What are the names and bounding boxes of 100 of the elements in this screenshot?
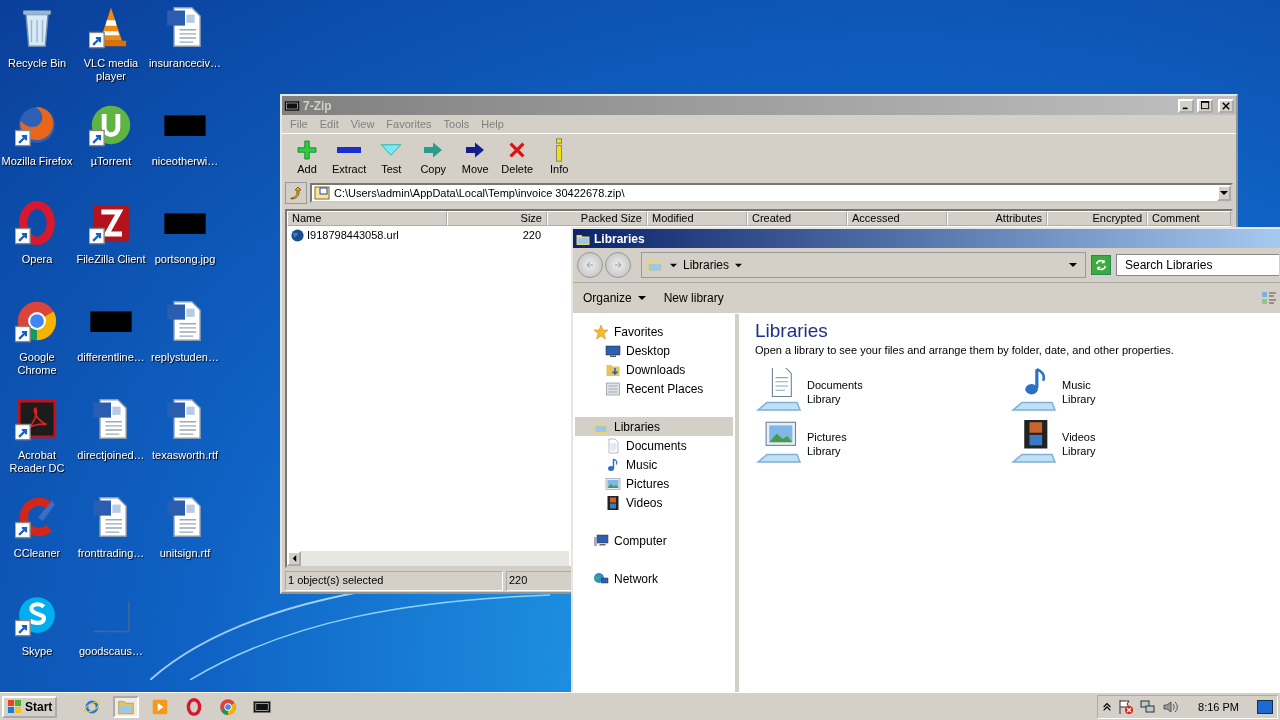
desktop-shortcut[interactable]: CCleaner <box>0 495 74 560</box>
desktop-shortcut[interactable]: Recycle Bin <box>0 5 74 70</box>
dropdown-button[interactable] <box>1217 185 1231 201</box>
view-icon <box>1261 290 1277 306</box>
start-button[interactable]: Start <box>2 695 58 718</box>
toolbar-button[interactable]: Extract <box>328 136 371 177</box>
desktop-shortcut[interactable]: Mozilla Firefox <box>0 103 74 168</box>
close-icon <box>1222 101 1230 110</box>
search-field[interactable]: Search Libraries <box>1116 254 1279 276</box>
nav-item[interactable]: Documents <box>575 436 733 455</box>
desktop-shortcut[interactable]: unitsign.rtf <box>148 495 222 560</box>
chrome-icon <box>219 697 238 716</box>
close-button[interactable] <box>1218 98 1234 113</box>
nav-item[interactable]: Desktop <box>575 341 733 360</box>
desktop-shortcut[interactable]: Opera <box>0 201 74 266</box>
desktop-shortcut[interactable]: directjoined… <box>74 397 148 462</box>
nav-item[interactable]: Recent Places <box>575 379 733 398</box>
flag-alert-icon[interactable] <box>1118 698 1135 715</box>
command-button[interactable]: Organize <box>579 289 650 307</box>
desktop-shortcut[interactable]: portsong.jpg <box>148 201 222 266</box>
clock[interactable]: 8:16 PM <box>1184 700 1251 713</box>
desktop-shortcut[interactable]: FileZilla Client <box>74 201 148 266</box>
toolbar-button[interactable]: Test <box>370 136 413 177</box>
column-header[interactable]: Size <box>447 211 547 226</box>
nav-item[interactable]: Music <box>575 455 733 474</box>
toolbar-button[interactable]: Delete <box>496 136 539 177</box>
network-icon[interactable] <box>1140 698 1157 715</box>
column-header[interactable]: Name <box>287 211 447 226</box>
show-desktop-button[interactable] <box>1257 699 1273 714</box>
monitor-icon <box>605 342 621 359</box>
play-icon <box>151 697 170 716</box>
library-item[interactable]: Documents Library <box>755 368 1010 416</box>
desktop-shortcut[interactable]: µTorrent <box>74 103 148 168</box>
horizontal-scrollbar[interactable] <box>287 551 569 566</box>
ring-icon <box>185 697 204 716</box>
column-header[interactable]: Accessed <box>847 211 947 226</box>
column-header[interactable]: Created <box>747 211 847 226</box>
column-header[interactable]: Modified <box>647 211 747 226</box>
maximize-icon <box>1200 101 1210 110</box>
minimize-button[interactable] <box>1178 98 1194 113</box>
globe-icon <box>593 570 609 587</box>
up-arrow-icon <box>288 185 304 201</box>
caret-icon <box>1069 261 1077 269</box>
nav-item[interactable]: Favorites <box>575 322 733 341</box>
nav-item[interactable]: Videos <box>575 493 733 512</box>
left-arrow-icon <box>290 555 298 562</box>
picture-icon <box>605 475 621 492</box>
back-button[interactable] <box>577 252 603 278</box>
desktop-shortcut[interactable]: Google Chrome <box>0 299 74 377</box>
toolbar-button[interactable]: Move <box>454 136 497 177</box>
nav-item[interactable]: Pictures <box>575 474 733 493</box>
desktop-shortcut[interactable]: texasworth.rtf <box>148 397 222 462</box>
refresh-icon <box>1094 258 1108 272</box>
library-item[interactable]: Videos Library <box>1010 420 1210 468</box>
toolbar-button[interactable]: Info <box>538 136 581 177</box>
desktop-shortcut[interactable]: goodscaus… <box>74 593 148 658</box>
desktop-shortcut[interactable]: replystuden… <box>148 299 222 364</box>
library-item[interactable]: Music Library <box>1010 368 1210 416</box>
address-bar[interactable]: Libraries <box>641 252 1086 278</box>
desktop-shortcut[interactable]: niceotherwi… <box>148 103 222 168</box>
nav-item[interactable]: Downloads <box>575 360 733 379</box>
windows-flag-icon <box>7 698 23 715</box>
column-header[interactable]: Attributes <box>947 211 1047 226</box>
column-header[interactable]: Packed Size <box>547 211 647 226</box>
caret-icon <box>670 261 677 269</box>
toolbar-button[interactable]: Add <box>286 136 328 177</box>
desktop-shortcut[interactable]: Skype <box>0 593 74 658</box>
chevron-up-icon[interactable] <box>1102 701 1113 712</box>
forward-button[interactable] <box>605 252 631 278</box>
desktop-shortcut[interactable]: fronttrading… <box>74 495 148 560</box>
desktop-shortcut[interactable]: VLC media player <box>74 5 148 83</box>
command-button[interactable]: New library <box>659 289 728 307</box>
toolbar-button[interactable]: Copy <box>412 136 455 177</box>
maximize-button[interactable] <box>1197 98 1213 113</box>
file-name-cell: I918798443058.url <box>287 227 447 243</box>
desktop-shortcut[interactable]: Acrobat Reader DC <box>0 397 74 475</box>
forward-arrow-icon <box>613 260 623 270</box>
desktop-shortcut[interactable]: differentline… <box>74 299 148 364</box>
nav-item[interactable]: Computer <box>575 531 733 550</box>
library-item[interactable]: Pictures Library <box>755 420 1010 468</box>
caret-icon <box>1220 191 1228 195</box>
document-icon <box>605 437 621 454</box>
archive-icon <box>314 185 330 201</box>
minus-icon <box>337 146 362 154</box>
column-header[interactable]: Encrypted <box>1047 211 1147 226</box>
speaker-icon[interactable] <box>1162 698 1179 715</box>
path-field[interactable]: C:\Users\admin\AppData\Local\Temp\invoice 30422678.zip\ <box>310 183 1233 203</box>
nav-item[interactable]: Libraries <box>575 417 733 436</box>
globe-icon <box>290 227 305 243</box>
size-cell-text: 220 <box>521 229 541 241</box>
desktop-shortcut[interactable]: insuranceciv… <box>148 5 222 70</box>
up-folder-button[interactable] <box>285 182 307 204</box>
breadcrumb[interactable]: Libraries <box>683 258 730 272</box>
back-arrow-icon <box>585 260 595 270</box>
refresh-button[interactable] <box>1091 255 1111 275</box>
view-options-button[interactable] <box>1261 290 1277 306</box>
computer-icon <box>593 532 609 549</box>
column-header[interactable]: Comment <box>1147 211 1231 226</box>
film-icon <box>605 494 621 511</box>
info-icon <box>555 138 564 162</box>
